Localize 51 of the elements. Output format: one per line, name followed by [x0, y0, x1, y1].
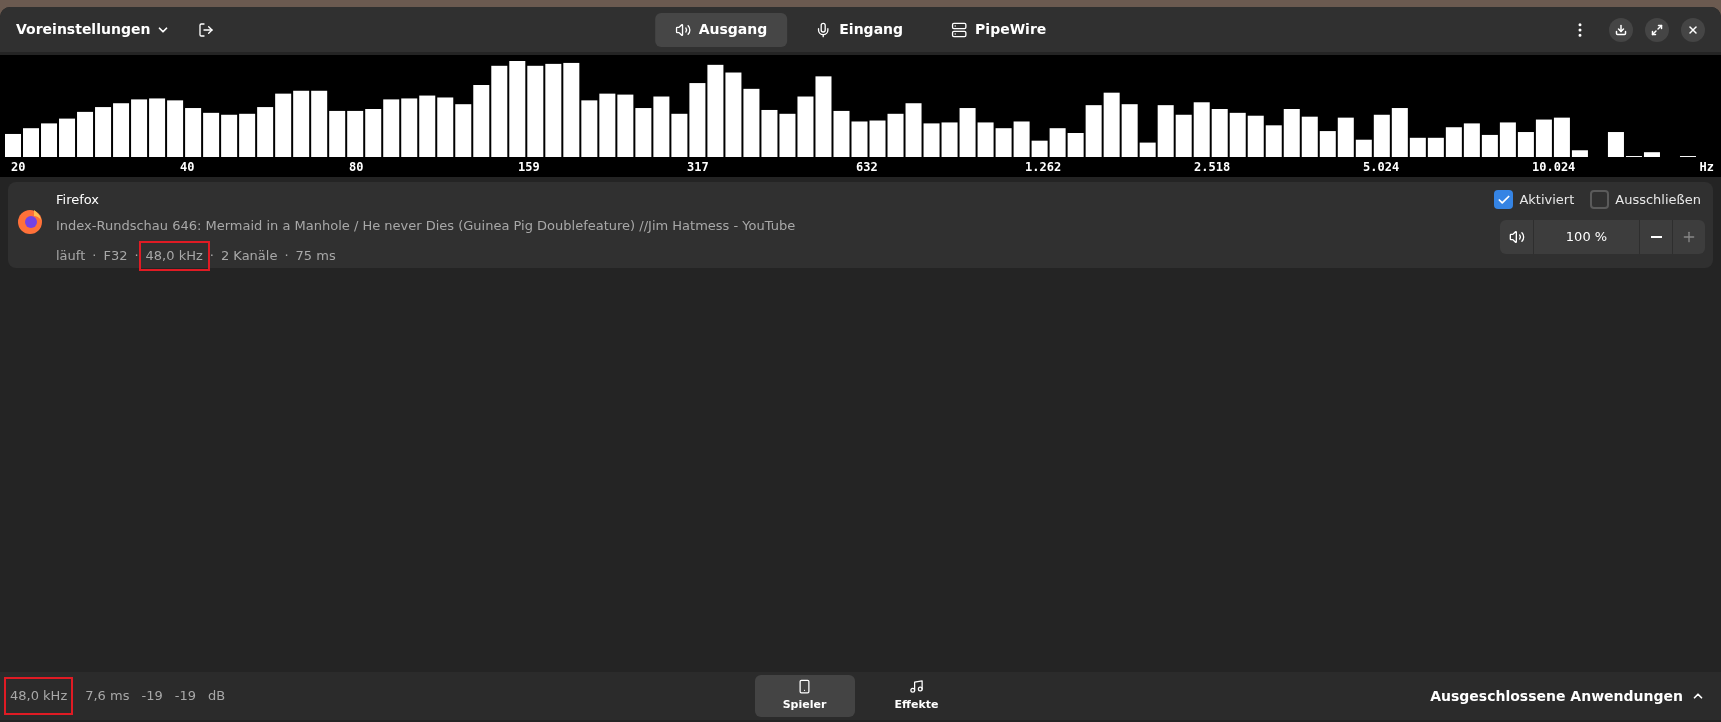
- view-switcher-tab[interactable]: Effekte: [866, 675, 967, 717]
- status-value: 7,6 ms: [85, 687, 130, 706]
- frequency-label: 40: [179, 159, 196, 176]
- separator-dot: ·: [133, 247, 140, 265]
- download-icon: [1615, 23, 1627, 36]
- speaker-icon: [1508, 228, 1525, 245]
- close-button[interactable]: [1681, 17, 1705, 42]
- presets-menu-button[interactable]: Voreinstellungen: [16, 19, 171, 40]
- exit-icon[interactable]: [198, 21, 215, 38]
- status-value: dB: [207, 687, 226, 706]
- close-icon: [1687, 23, 1699, 36]
- separator-dot: ·: [283, 247, 290, 265]
- status-value: -19: [174, 687, 196, 706]
- firefox-icon: [16, 207, 44, 235]
- frequency-label: 159: [517, 159, 541, 176]
- separator-dot: ·: [91, 247, 98, 265]
- media-title: Index-Rundschau 646: Mermaid in a Manhole / He never Dies (Guinea Pig Doublefeature) //Jim Hatmess - YouTube: [56, 216, 796, 235]
- frequency-label: 632: [855, 159, 879, 176]
- phone-icon: [797, 678, 812, 694]
- speaker-icon: [674, 21, 691, 38]
- music-note-icon: [909, 678, 924, 694]
- checkbox[interactable]: Aktiviert: [1494, 190, 1575, 210]
- stream-info: 75 ms: [295, 247, 336, 265]
- download-button[interactable]: [1609, 17, 1633, 42]
- frequency-label: 5.024: [1362, 159, 1401, 176]
- stream-info: 48,0 kHz: [138, 241, 210, 271]
- frequency-label: 2.518: [1193, 159, 1232, 176]
- status-value: -19: [141, 687, 163, 706]
- view-tab[interactable]: Eingang: [795, 12, 924, 47]
- separator-dot: ·: [208, 247, 215, 265]
- stream-info: 2 Kanäle: [220, 247, 278, 265]
- frequency-label: 10.024: [1531, 159, 1577, 176]
- server-icon: [951, 21, 968, 38]
- stream-info: läuft: [56, 247, 86, 265]
- frequency-label: 1.262: [1024, 159, 1063, 176]
- status-value: 48,0 kHz: [4, 677, 74, 715]
- excluded-apps-button[interactable]: Ausgeschlossene Anwendungen: [1430, 685, 1705, 707]
- microphone-icon: [815, 21, 832, 38]
- frequency-label: 80: [348, 159, 365, 176]
- unit-label: Hz: [1699, 159, 1715, 176]
- checkbox[interactable]: Ausschließen: [1590, 190, 1701, 210]
- app-name: Firefox: [56, 191, 101, 209]
- view-switcher-tab[interactable]: Spieler: [754, 675, 855, 717]
- stream-info: F32: [103, 247, 128, 265]
- frequency-label: 317: [686, 159, 710, 176]
- maximize-button[interactable]: [1645, 17, 1669, 42]
- expand-icon: [1651, 23, 1663, 36]
- view-tab[interactable]: Ausgang: [654, 12, 788, 47]
- frequency-label: 20: [10, 159, 27, 176]
- view-tab[interactable]: PipeWire: [931, 12, 1067, 47]
- minus-icon: [1650, 235, 1662, 238]
